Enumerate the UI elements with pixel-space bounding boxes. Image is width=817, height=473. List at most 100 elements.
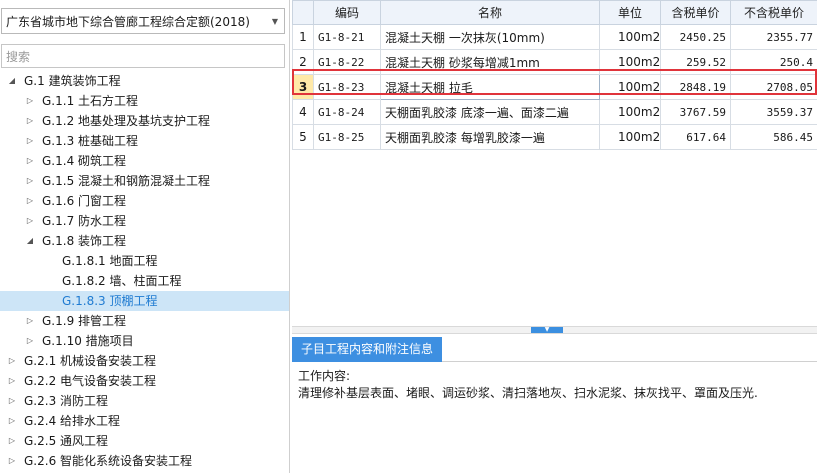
row-number[interactable]: 1 xyxy=(292,24,314,50)
tree-item[interactable]: ▷ G.1.7 防水工程 xyxy=(0,211,289,231)
tree-item-label: G.2.2 电气设备安装工程 xyxy=(24,374,157,388)
collapsed-arrow-icon[interactable]: ▷ xyxy=(6,351,18,371)
cell-price-tax[interactable]: 2450.25 xyxy=(660,24,731,50)
tree-item-label: G.1.1 土石方工程 xyxy=(42,94,139,108)
cell-unit[interactable]: 100m2 xyxy=(599,124,661,150)
search-input[interactable]: 搜索 xyxy=(1,44,285,68)
collapsed-arrow-icon[interactable]: ▷ xyxy=(24,91,36,111)
quota-library-value: 广东省城市地下综合管廊工程综合定额(2018) xyxy=(6,14,250,29)
collapsed-arrow-icon[interactable]: ▷ xyxy=(6,431,18,451)
table-row[interactable]: 1 G1-8-21 混凝土天棚 一次抹灰(10mm) 100m2 2450.25 2355… xyxy=(292,24,817,50)
collapsed-arrow-icon[interactable]: ▷ xyxy=(6,451,18,471)
tree-item-label: G.1.5 混凝土和钢筋混凝土工程 xyxy=(42,174,211,188)
tree-item[interactable]: G.1.8.3 顶棚工程 xyxy=(0,291,289,311)
collapsed-arrow-icon[interactable]: ▷ xyxy=(6,391,18,411)
header-price-tax[interactable]: 含税单价 xyxy=(660,0,731,25)
cell-price-tax[interactable]: 3767.59 xyxy=(660,99,731,125)
collapsed-arrow-icon[interactable]: ▷ xyxy=(6,371,18,391)
cell-price-notax[interactable]: 3559.37 xyxy=(730,99,817,125)
cell-price-notax[interactable]: 2355.77 xyxy=(730,24,817,50)
tree-item[interactable]: G.1.8.1 地面工程 xyxy=(0,251,289,271)
tree-item[interactable]: ▷ G.1.3 桩基础工程 xyxy=(0,131,289,151)
tree-item-label: G.1.8.1 地面工程 xyxy=(62,254,158,268)
cell-unit[interactable]: 100m2 xyxy=(599,99,661,125)
collapsed-arrow-icon[interactable]: ▷ xyxy=(24,111,36,131)
collapsed-arrow-icon[interactable]: ▷ xyxy=(24,171,36,191)
cell-code[interactable]: G1-8-25 xyxy=(313,124,381,150)
chapter-tree: ◢ G.1 建筑装饰工程 ▷ G.1.1 土石方工程 ▷ G.1.2 地基处理及基坑支护工… xyxy=(0,71,289,471)
tree-item[interactable]: ◢ G.1 建筑装饰工程 xyxy=(0,71,289,91)
left-panel: 广东省城市地下综合管廊工程综合定额(2018) ▼ 搜索 ◢ G.1 建筑装饰工程… xyxy=(0,0,290,473)
cell-unit[interactable]: 100m2 xyxy=(599,49,661,75)
tree-item[interactable]: ◢ G.1.8 装饰工程 xyxy=(0,231,289,251)
tree-item[interactable]: ▷ G.2.6 智能化系统设备安装工程 xyxy=(0,451,289,471)
header-name[interactable]: 名称 xyxy=(380,0,600,25)
row-number[interactable]: 5 xyxy=(292,124,314,150)
grid-header-row: 编码 名称 单位 含税单价 不含税单价 xyxy=(292,0,817,25)
collapsed-arrow-icon[interactable]: ▷ xyxy=(24,211,36,231)
table-row[interactable]: 2 G1-8-22 混凝土天棚 砂浆每增减1mm 100m2 259.52 250.4 xyxy=(292,49,817,75)
cell-name[interactable]: 天棚面乳胶漆 底漆一遍、面漆二遍 xyxy=(380,99,600,125)
tree-item-label: G.2.1 机械设备安装工程 xyxy=(24,354,157,368)
header-rownum xyxy=(292,0,314,25)
header-unit[interactable]: 单位 xyxy=(599,0,661,25)
table-row[interactable]: 3 G1-8-23 混凝土天棚 拉毛 100m2 2848.19 2708.05 xyxy=(292,74,817,100)
row-number[interactable]: 3 xyxy=(292,74,314,100)
cell-unit[interactable]: 100m2 xyxy=(599,74,661,100)
tree-item[interactable]: G.1.8.2 墙、柱面工程 xyxy=(0,271,289,291)
tree-item[interactable]: ▷ G.2.3 消防工程 xyxy=(0,391,289,411)
tree-item[interactable]: ▷ G.1.1 土石方工程 xyxy=(0,91,289,111)
header-price-notax[interactable]: 不含税单价 xyxy=(730,0,817,25)
cell-price-tax[interactable]: 617.64 xyxy=(660,124,731,150)
tree-item-label: G.1.8.2 墙、柱面工程 xyxy=(62,274,182,288)
cell-code[interactable]: G1-8-21 xyxy=(313,24,381,50)
cell-code[interactable]: G1-8-23 xyxy=(313,74,381,100)
panel-splitter[interactable]: ▼ xyxy=(292,326,817,334)
table-row[interactable]: 5 G1-8-25 天棚面乳胶漆 每增乳胶漆一遍 100m2 617.64 586.45 xyxy=(292,124,817,150)
collapsed-arrow-icon[interactable]: ▷ xyxy=(24,131,36,151)
table-row[interactable]: 4 G1-8-24 天棚面乳胶漆 底漆一遍、面漆二遍 100m2 3767.59 3559… xyxy=(292,99,817,125)
expanded-arrow-icon[interactable]: ◢ xyxy=(6,71,18,91)
tree-item[interactable]: ▷ G.1.5 混凝土和钢筋混凝土工程 xyxy=(0,171,289,191)
collapsed-arrow-icon[interactable]: ▷ xyxy=(6,411,18,431)
tree-item-label: G.2.5 通风工程 xyxy=(24,434,109,448)
cell-price-tax[interactable]: 259.52 xyxy=(660,49,731,75)
tree-item[interactable]: ▷ G.1.6 门窗工程 xyxy=(0,191,289,211)
row-number[interactable]: 2 xyxy=(292,49,314,75)
tree-item[interactable]: ▷ G.1.10 措施项目 xyxy=(0,331,289,351)
search-placeholder: 搜索 xyxy=(6,49,31,64)
tree-item-label: G.2.6 智能化系统设备安装工程 xyxy=(24,454,193,468)
cell-unit[interactable]: 100m2 xyxy=(599,24,661,50)
tree-item[interactable]: ▷ G.2.4 给排水工程 xyxy=(0,411,289,431)
cell-name[interactable]: 天棚面乳胶漆 每增乳胶漆一遍 xyxy=(380,124,600,150)
tree-item[interactable]: ▷ G.2.1 机械设备安装工程 xyxy=(0,351,289,371)
collapsed-arrow-icon[interactable]: ▷ xyxy=(24,311,36,331)
collapsed-arrow-icon[interactable]: ▷ xyxy=(24,151,36,171)
tree-item[interactable]: ▷ G.2.5 通风工程 xyxy=(0,431,289,451)
header-code[interactable]: 编码 xyxy=(313,0,381,25)
tree-item[interactable]: ▷ G.2.2 电气设备安装工程 xyxy=(0,371,289,391)
tab-work-content[interactable]: 子目工程内容和附注信息 xyxy=(292,337,442,362)
collapsed-arrow-icon[interactable]: ▷ xyxy=(24,191,36,211)
cell-name[interactable]: 混凝土天棚 一次抹灰(10mm) xyxy=(380,24,600,50)
cell-price-tax[interactable]: 2848.19 xyxy=(660,74,731,100)
cell-price-notax[interactable]: 586.45 xyxy=(730,124,817,150)
tree-item[interactable]: ▷ G.1.9 排管工程 xyxy=(0,311,289,331)
tree-item-label: G.1 建筑装饰工程 xyxy=(24,74,121,88)
tree-item[interactable]: ▷ G.1.4 砌筑工程 xyxy=(0,151,289,171)
quota-library-select[interactable]: 广东省城市地下综合管廊工程综合定额(2018) ▼ xyxy=(1,8,285,34)
row-number[interactable]: 4 xyxy=(292,99,314,125)
cell-code[interactable]: G1-8-24 xyxy=(313,99,381,125)
tree-item-label: G.1.8.3 顶棚工程 xyxy=(62,294,158,308)
cell-name[interactable]: 混凝土天棚 拉毛 xyxy=(380,74,600,100)
tree-item-label: G.1.3 桩基础工程 xyxy=(42,134,139,148)
collapsed-arrow-icon[interactable]: ▷ xyxy=(24,331,36,351)
chevron-down-icon[interactable]: ▼ xyxy=(266,17,284,26)
expanded-arrow-icon[interactable]: ◢ xyxy=(24,231,36,251)
cell-name[interactable]: 混凝土天棚 砂浆每增减1mm xyxy=(380,49,600,75)
cell-price-notax[interactable]: 2708.05 xyxy=(730,74,817,100)
tree-item[interactable]: ▷ G.1.2 地基处理及基坑支护工程 xyxy=(0,111,289,131)
collapse-handle-icon[interactable]: ▼ xyxy=(531,327,563,333)
cell-code[interactable]: G1-8-22 xyxy=(313,49,381,75)
cell-price-notax[interactable]: 250.4 xyxy=(730,49,817,75)
